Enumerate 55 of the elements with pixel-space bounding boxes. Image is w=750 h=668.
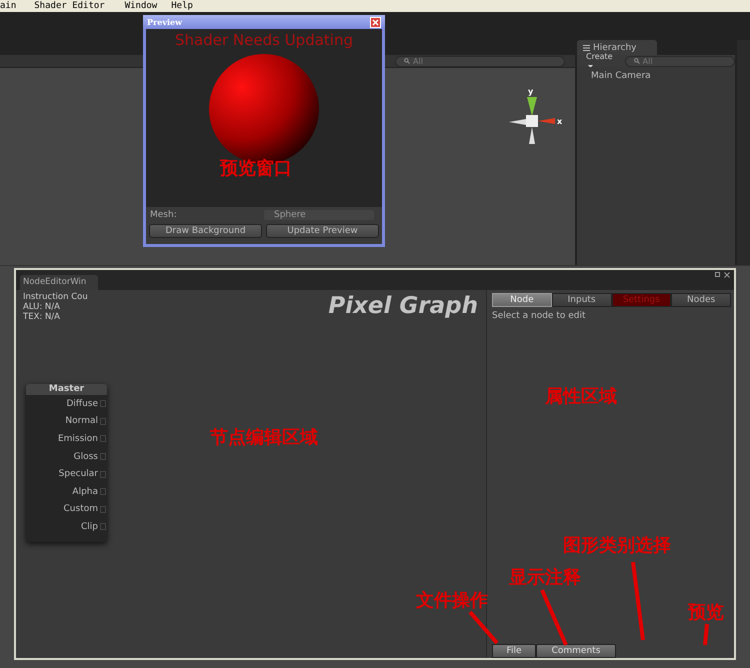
create-dropdown[interactable]: Create (586, 52, 617, 70)
menu-item[interactable]: Shader Editor (34, 0, 105, 12)
annotation-text: 节点编辑区域 (210, 427, 318, 447)
annotation-text: 预览窗口 (220, 158, 292, 178)
maximize-icon[interactable] (715, 272, 720, 277)
window-title: Preview (147, 17, 182, 27)
socket-icon[interactable] (100, 400, 106, 408)
menu-item[interactable]: Window (124, 0, 158, 12)
socket-icon[interactable] (100, 435, 106, 442)
list-icon (583, 44, 590, 50)
bottom-button[interactable]: File (492, 644, 536, 658)
node-input-label: Diffuse (66, 398, 98, 409)
annotation-text: 显示注释 (509, 567, 581, 587)
socket-icon[interactable] (100, 506, 106, 513)
hint-text: Select a node to edit (492, 311, 586, 321)
socket-icon[interactable] (100, 488, 106, 496)
node-input-label: Clip (81, 522, 98, 532)
mesh-field[interactable]: Sphere (264, 210, 374, 220)
status-message: Shader Needs Updating (175, 31, 353, 49)
master-node[interactable]: Master Diffuse Normal Emission Gloss Specular Alpha Custom Clip (26, 384, 107, 542)
hierarchy-item[interactable]: Main Camera (591, 71, 721, 81)
annotation-text: 文件操作 (416, 590, 488, 610)
node-input-label: Custom (64, 504, 98, 514)
bottom-button[interactable]: Comments (536, 644, 616, 658)
stat-text: ALU: N/A (23, 302, 61, 312)
preview-button[interactable]: Draw Background (149, 224, 262, 238)
node-input-label: Specular (58, 469, 98, 480)
inspector-tab[interactable]: Nodes (671, 293, 731, 307)
socket-icon[interactable] (100, 418, 106, 425)
close-button[interactable] (370, 16, 381, 28)
annotation-text: 预览 (688, 602, 724, 622)
search-icon (634, 58, 640, 64)
window-tab[interactable]: NodeEditorWin (20, 275, 98, 290)
socket-icon[interactable] (100, 523, 106, 530)
mesh-label: Mesh: (150, 210, 178, 220)
node-input-label: Gloss (74, 452, 98, 462)
node-input-label: Normal (65, 416, 98, 426)
node-input-label: Alpha (72, 486, 98, 497)
socket-icon[interactable] (100, 470, 106, 478)
socket-icon[interactable] (100, 453, 106, 460)
menu-item[interactable]: ain (0, 0, 16, 12)
axis-gizmo-drawing[interactable]: y x (506, 86, 568, 146)
annotation-text: 图形类别选择 (563, 535, 671, 555)
stat-text: TEX: N/A (23, 312, 61, 322)
node-input-label: Emission (58, 434, 98, 444)
preview-button[interactable]: Update Preview (266, 224, 379, 238)
close-icon[interactable] (724, 272, 730, 278)
search-icon (404, 58, 410, 64)
graph-title: Pixel Graph (328, 293, 478, 319)
inspector-tab[interactable]: Inputs (552, 293, 612, 307)
inspector-tab[interactable]: Node (492, 293, 552, 307)
annotation-text: 属性区域 (545, 386, 617, 406)
node-title: Master (26, 384, 107, 395)
stat-text: Instruction Cou (23, 292, 89, 302)
menu-item[interactable]: Help (171, 0, 193, 12)
